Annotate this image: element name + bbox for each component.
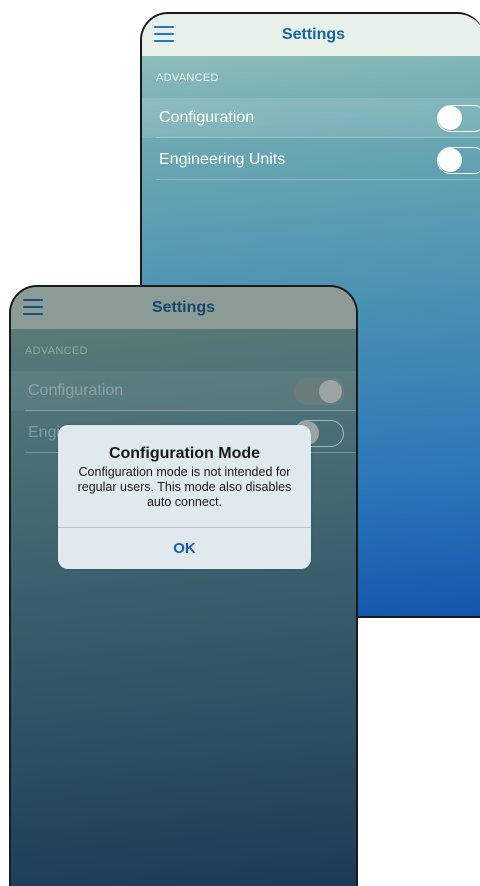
configuration-toggle[interactable]: [294, 378, 344, 405]
toggle-knob: [438, 106, 462, 130]
nav-bar: Settings: [142, 14, 480, 56]
alert-title: Configuration Mode: [108, 445, 261, 462]
page-title: Settings: [281, 26, 346, 43]
ok-button[interactable]: OK: [58, 528, 311, 569]
section-header-advanced: ADVANCED: [25, 345, 88, 357]
settings-row-configuration[interactable]: Configuration: [142, 98, 480, 138]
page-title: Settings: [151, 299, 216, 316]
nav-bar: Settings: [11, 287, 356, 329]
row-label: Configuration: [28, 382, 124, 399]
settings-screen-front: Settings ADVANCED Configuration Engi: [9, 285, 358, 886]
divider: [156, 179, 480, 180]
configuration-mode-alert: Configuration Mode Configuration mode is…: [58, 425, 311, 569]
row-label: Engineering Units: [159, 151, 286, 168]
toggle-knob: [319, 380, 342, 403]
toggle-knob: [438, 148, 462, 172]
divider: [25, 410, 356, 411]
settings-row-configuration[interactable]: Configuration: [11, 371, 356, 411]
engineering-units-toggle[interactable]: [437, 147, 480, 174]
settings-row-engineering-units[interactable]: Engineering Units: [142, 140, 480, 180]
divider: [156, 137, 480, 138]
row-label: Engi: [28, 424, 61, 441]
configuration-toggle[interactable]: [437, 105, 480, 132]
alert-message: Configuration mode is not intended for r…: [77, 465, 292, 509]
section-header-advanced: ADVANCED: [156, 72, 219, 84]
row-label: Configuration: [159, 109, 255, 126]
hamburger-icon[interactable]: [23, 299, 43, 315]
hamburger-icon[interactable]: [154, 26, 174, 42]
